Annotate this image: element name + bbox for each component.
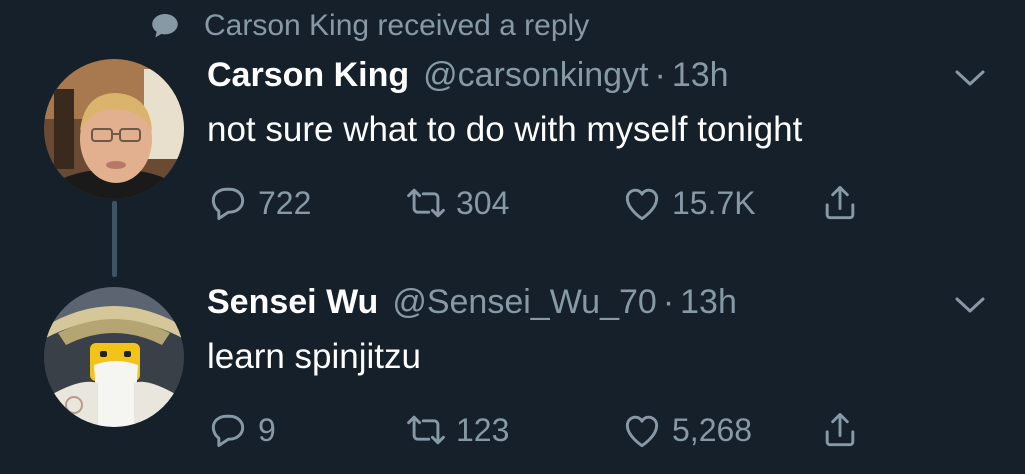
- reply-button[interactable]: 9: [206, 407, 276, 453]
- retweet-count: 304: [456, 184, 510, 221]
- timestamp[interactable]: 13h: [680, 283, 737, 322]
- display-name[interactable]: Sensei Wu: [207, 283, 378, 322]
- share-button[interactable]: [818, 180, 862, 226]
- heart-icon: [625, 415, 659, 448]
- tweet-text: learn spinjitzu: [207, 337, 421, 376]
- tweet-actions: 9 123 5,268: [206, 407, 906, 453]
- reply-context[interactable]: Carson King received a reply: [148, 6, 589, 46]
- timestamp[interactable]: 13h: [672, 56, 729, 95]
- user-handle[interactable]: @carsonkingyt: [423, 56, 648, 95]
- reply-button[interactable]: 722: [206, 180, 311, 226]
- speech-bubble-icon: [152, 13, 178, 38]
- thread-connector: [112, 201, 117, 277]
- reply-context-text: Carson King received a reply: [204, 9, 590, 42]
- heart-icon: [625, 188, 659, 221]
- like-count: 15.7K: [672, 184, 756, 221]
- share-icon: [825, 412, 855, 447]
- retweet-button[interactable]: 304: [404, 180, 509, 226]
- tweet-header: Carson King @carsonkingyt · 13h: [207, 56, 729, 98]
- avatar[interactable]: [44, 59, 184, 199]
- like-button[interactable]: 5,268: [620, 407, 752, 453]
- chevron-down-icon[interactable]: [953, 66, 987, 90]
- like-button[interactable]: 15.7K: [620, 180, 756, 226]
- timeline: Carson King received a reply Carson King…: [0, 0, 1025, 474]
- reply-icon: [211, 187, 245, 221]
- tweet-actions: 722 304 15.7K: [206, 180, 906, 226]
- retweet-count: 123: [456, 411, 510, 448]
- separator-dot: ·: [662, 283, 675, 321]
- avatar-photo: [44, 287, 184, 427]
- avatar-photo: [44, 59, 184, 199]
- reply-count: 9: [258, 411, 276, 448]
- display-name[interactable]: Carson King: [207, 56, 409, 95]
- retweet-icon: [407, 188, 445, 218]
- chevron-down-icon[interactable]: [953, 293, 987, 317]
- user-handle[interactable]: @Sensei_Wu_70: [392, 283, 657, 322]
- tweet-header: Sensei Wu @Sensei_Wu_70 · 13h: [207, 283, 737, 325]
- retweet-button[interactable]: 123: [404, 407, 509, 453]
- tweet-text: not sure what to do with myself tonight: [207, 110, 803, 149]
- reply-icon: [211, 414, 245, 448]
- share-button[interactable]: [818, 407, 862, 453]
- retweet-icon: [407, 415, 445, 445]
- separator-dot: ·: [654, 56, 666, 94]
- reply-count: 722: [258, 184, 312, 221]
- avatar[interactable]: [44, 287, 184, 427]
- share-icon: [825, 185, 855, 220]
- like-count: 5,268: [672, 411, 753, 448]
